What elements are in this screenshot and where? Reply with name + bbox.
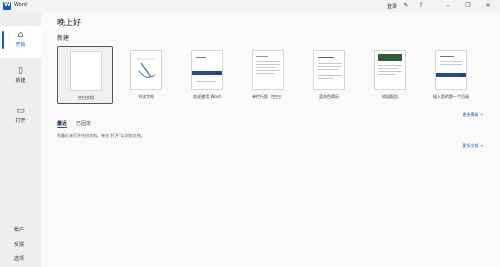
folder-icon: ▭: [16, 106, 25, 116]
more-templates-link[interactable]: 更多模板 →: [462, 112, 483, 118]
new-section-heading: 新建: [57, 35, 70, 42]
template-label: 插入您的第一个目录: [433, 94, 469, 99]
template-thumbnail: [70, 51, 102, 91]
help-icon[interactable]: ?: [417, 2, 425, 10]
template-insert-toc[interactable]: 插入您的第一个目录: [423, 46, 479, 104]
sidebar-account-link[interactable]: 帐户: [14, 226, 24, 233]
sidebar-item-open[interactable]: ▭ 打开: [0, 106, 41, 124]
template-thumbnail: [130, 50, 162, 90]
template-thumbnail: [374, 50, 406, 90]
sidebar: ⌂ 开始 ▯ 新建 ▭ 打开 帐户 反馈 选项: [0, 12, 41, 267]
template-label: 空白文档: [78, 95, 94, 100]
new-document-icon: ▯: [18, 66, 23, 76]
template-label: 书法字帖: [138, 94, 154, 99]
template-thumbnail: [435, 50, 467, 90]
close-icon[interactable]: ✕: [484, 2, 492, 10]
title-bar: Word 登录 ✎ ? – ❐ ✕: [0, 0, 500, 12]
sign-in-button[interactable]: 登录: [387, 3, 397, 10]
template-label: 单栏行距（空白）: [252, 94, 284, 99]
sidebar-item-home[interactable]: ⌂ 开始: [0, 26, 41, 58]
template-thumbnail: [313, 50, 345, 90]
home-icon: ⌂: [17, 30, 24, 40]
more-documents-link[interactable]: 更多文档 →: [462, 143, 483, 149]
template-label: 校园报告: [382, 94, 398, 99]
sidebar-item-new[interactable]: ▯ 新建: [0, 66, 41, 84]
sidebar-options-link[interactable]: 选项: [14, 255, 24, 262]
tab-recent[interactable]: 最近: [57, 120, 68, 128]
word-logo-icon: [3, 1, 11, 10]
sidebar-item-label: 打开: [15, 118, 26, 124]
main-area: 晚上好 新建 空白文档 书法字帖 欢迎使用 Word 单栏行距（空白） 蓝灰色简…: [41, 12, 500, 267]
template-thumbnail: [252, 50, 284, 90]
template-welcome-to-word[interactable]: 欢迎使用 Word: [179, 46, 235, 104]
template-calligraphy[interactable]: 书法字帖: [118, 46, 174, 104]
sidebar-item-label: 开始: [15, 42, 26, 48]
template-label: 蓝灰色简历: [319, 94, 339, 99]
template-thumbnail: [191, 50, 223, 90]
designer-icon[interactable]: ✎: [402, 2, 410, 10]
page-title: 晚上好: [57, 18, 81, 27]
template-label: 欢迎使用 Word: [193, 94, 221, 99]
sidebar-feedback-link[interactable]: 反馈: [14, 241, 24, 248]
template-blue-grey-resume[interactable]: 蓝灰色简历: [301, 46, 357, 104]
template-single-spaced[interactable]: 单栏行距（空白）: [240, 46, 296, 104]
restore-icon[interactable]: ❐: [464, 2, 472, 10]
tab-pinned[interactable]: 已固定: [76, 120, 91, 127]
minimize-icon[interactable]: –: [444, 2, 452, 10]
recent-empty-message: 你最近未打开任何文档。单击"打开"以浏览文档。: [57, 133, 145, 138]
calligraphy-icon: [137, 58, 156, 78]
template-campus-report[interactable]: 校园报告: [362, 46, 418, 104]
sidebar-item-label: 新建: [15, 78, 26, 84]
template-blank-document[interactable]: 空白文档: [57, 46, 113, 104]
app-title: Word: [14, 2, 27, 8]
